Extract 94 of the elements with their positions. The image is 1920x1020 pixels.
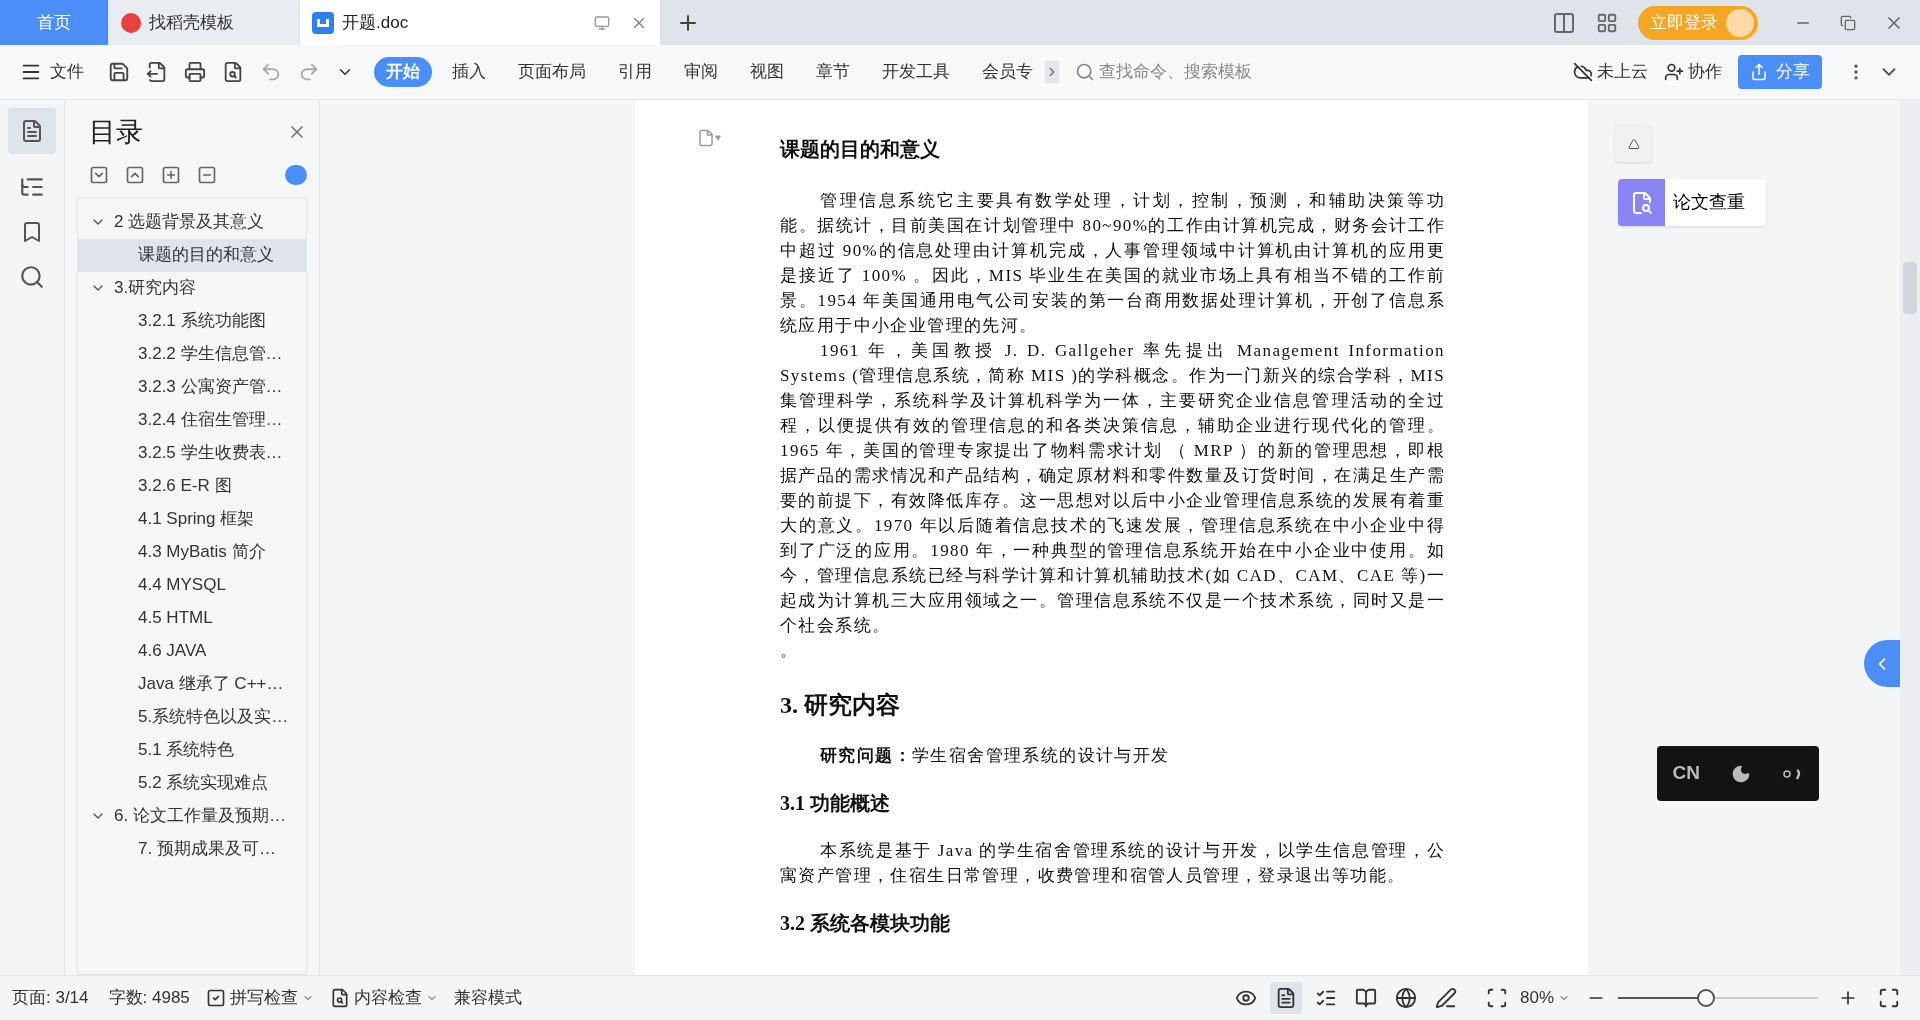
outline-item[interactable]: 3.2.2 学生信息管… (78, 337, 306, 371)
document-icon (312, 11, 334, 34)
logo-icon (121, 12, 141, 33)
slider-thumb[interactable] (1697, 989, 1715, 1007)
demote-icon[interactable] (197, 164, 217, 185)
plagiarism-check-button[interactable]: 论文查重 (1618, 179, 1766, 226)
spell-check-button[interactable]: 拼写检查 (205, 985, 314, 1011)
layout-icon[interactable] (1552, 10, 1576, 35)
page-count: 页面: 3/14 (12, 987, 89, 1010)
caret-icon (715, 135, 721, 141)
search-field[interactable]: 查找命令、搜索模板 (1075, 59, 1299, 85)
file-menu[interactable]: 文件 (20, 59, 84, 85)
search-icon[interactable] (19, 264, 45, 290)
preview-icon[interactable] (222, 61, 244, 83)
ribbon-tab[interactable]: 会员专 (970, 57, 1045, 87)
compatibility-mode: 兼容模式 (453, 987, 522, 1010)
paragraph: 。 (780, 640, 798, 662)
outline-item[interactable]: 3.2.4 住宿生管理… (78, 403, 306, 437)
ribbon-tab[interactable]: 引用 (606, 57, 664, 87)
ribbon-tab[interactable]: 章节 (804, 57, 862, 87)
outline-item[interactable]: Java 继承了 C++… (78, 667, 306, 701)
outline-item[interactable]: 课题的目的和意义 (78, 238, 306, 272)
outline-item[interactable]: 7. 预期成果及可… (78, 832, 306, 866)
fit-page-icon[interactable] (1485, 987, 1508, 1009)
outline-item[interactable]: 4.1 Spring 框架 (78, 502, 306, 536)
panel-title: 目录 (89, 116, 143, 149)
cloud-button[interactable]: 未上云 (1573, 59, 1648, 85)
outline-item[interactable]: 4.4 MYSQL (78, 568, 306, 602)
zoom-dropdown[interactable]: 80% (1519, 985, 1570, 1011)
chapter-heading: 3. 研究内容 (780, 691, 901, 720)
content-check-button[interactable]: 内容检查 (329, 985, 438, 1011)
moon-icon (1730, 763, 1751, 784)
outline-tab[interactable] (8, 108, 56, 154)
section-heading: 3.2 系统各模块功能 (780, 911, 951, 936)
outline-item[interactable]: 4.6 JAVA (78, 634, 306, 668)
search-icon (1075, 62, 1095, 82)
outline-item[interactable]: 5.2 系统实现难点 (78, 766, 306, 800)
outline-item[interactable]: 4.3 MyBatis 简介 (78, 535, 306, 569)
avatar-icon (1726, 8, 1754, 37)
outline-item[interactable]: 2 选题背景及其意义 (78, 205, 306, 239)
save-icon[interactable] (108, 61, 130, 83)
outline-item[interactable]: 3.2.6 E-R 图 (78, 469, 306, 503)
section-heading: 课题的目的和意义 (780, 137, 941, 162)
book-icon (1354, 987, 1377, 1009)
section-heading: 3.1 功能概述 (780, 791, 891, 816)
page-view-icon[interactable] (1269, 982, 1302, 1014)
add-user-icon (1664, 62, 1684, 82)
ribbon-tab[interactable]: 插入 (440, 57, 498, 87)
ribbon-tab[interactable]: 视图 (738, 57, 796, 87)
apps-icon[interactable] (1596, 11, 1618, 34)
paragraph: 1961 年，美国教授 J. D. Gallgeher 率先提出 Management Information Systems (管理信息系统，简称 MIS )的学科概念。作为一门新兴的综合学科，MIS 集管理科学，系统科学及计算机科学为一体，主要研究企业信息管理活动的全过程，以便提供有效的管理信息的和各类决策信息，辅助企业进行现代化的管理。1965 年，美国的管理专家提出了物料需求计划 （ MRP ）的新的管理思想，即根据产品的需求情况和产品结构，确定原材料和零件数量及订货时间，在满足生产需要的前提下，有效降低库存。这一思想对以后中小企业管理信息系统的发展有着重大的意义。1970 年以后随着信息技术的飞速发展，管理信息系统在中小企业中得到了广泛的应用。1980 年，一种典型的管理信息系统开始在中小企业中使用。如今，管理信息系统已经与科学计算和计算机辅助技术(如 CAD、CAM、CAE 等)一起成为计算机三大应用领域之一。管理信息系统不仅是一个技术系统，同时又是一个社会系统。 (780, 340, 1445, 637)
outline-item[interactable]: 6. 论文工作量及预期… (78, 799, 306, 833)
scroll-right-icon[interactable] (1045, 61, 1059, 83)
outline-item[interactable]: 3.2.5 学生收费表… (78, 436, 306, 470)
tab-label: 找稻壳模板 (149, 11, 234, 34)
scrollbar-thumb[interactable] (1903, 262, 1917, 314)
web-icon (1394, 987, 1417, 1009)
side-panel-toggle[interactable] (1864, 640, 1900, 687)
outline-item[interactable]: 3.研究内容 (78, 271, 306, 305)
collaborate-button[interactable]: 协作 (1664, 59, 1722, 85)
outline-item[interactable]: 5.系统特色以及实… (78, 700, 306, 734)
paragraph: 研究问题：学生宿舍管理系统的设计与开发 (819, 745, 1171, 767)
outline-item[interactable]: 3.2.1 系统功能图 (78, 304, 306, 338)
monitor-icon[interactable] (594, 14, 610, 31)
ribbon-tab[interactable]: 开发工具 (870, 57, 962, 87)
promote-icon[interactable] (161, 164, 181, 185)
share-icon (1750, 63, 1768, 81)
tab-label: 开题.doc (342, 11, 409, 34)
restore-icon[interactable] (1840, 14, 1856, 31)
outline-item[interactable]: 3.2.3 公寓资产管… (78, 370, 306, 404)
tab-label: 首页 (37, 11, 71, 34)
page-icon[interactable] (697, 128, 721, 148)
ribbon-tab[interactable]: 页面布局 (506, 57, 598, 87)
write-icon (1434, 987, 1457, 1009)
triangle-icon (1625, 137, 1642, 150)
outline-item[interactable]: 4.5 HTML (78, 601, 306, 635)
document-icon (20, 119, 44, 143)
export-icon[interactable] (146, 61, 168, 83)
fullscreen-icon[interactable] (1878, 987, 1900, 1009)
ime-indicator[interactable]: CN (1657, 746, 1819, 801)
expand-all-icon[interactable] (89, 164, 109, 185)
word-count: 字数: 4985 (108, 987, 190, 1010)
tab[interactable]: 开题.doc (300, 0, 660, 45)
ribbon-tab[interactable]: 审阅 (672, 57, 730, 87)
cloud-icon (1573, 62, 1593, 82)
checkbox-icon (205, 988, 226, 1008)
outline-item[interactable]: 5.1 系统特色 (78, 733, 306, 767)
zoom-slider[interactable] (1618, 989, 1818, 1007)
file-icon (697, 128, 715, 148)
paragraph: 管理信息系统它主要具有数学处理，计划，控制，预测，和辅助决策等功能。据统计，目前美国在计划管理中 80~90%的工作由计算机完成，财务会计工作中超过 90%的信息处理由计算机完成，人事管理领域中计算机由计算机的应用更是接近了 100% 。因此，MIS 毕业生在美国的就业市场上具有相当不错的工作前景。1954 年美国通用电气公司安装的第一台商用数据处理计算机，开创了信息系统应用于中小企业管理的先河。 (780, 190, 1445, 337)
print-icon[interactable] (184, 61, 206, 83)
paragraph: 本系统是基于 Java 的学生宿舍管理系统的设计与开发，以学生信息管理，公寓资产管理，住宿生日常管理，收费管理和宿管人员管理，登录退出等功能。 (780, 840, 1445, 887)
tab[interactable]: 找稻壳模板 (109, 0, 299, 45)
collapse-all-icon[interactable] (125, 164, 145, 185)
